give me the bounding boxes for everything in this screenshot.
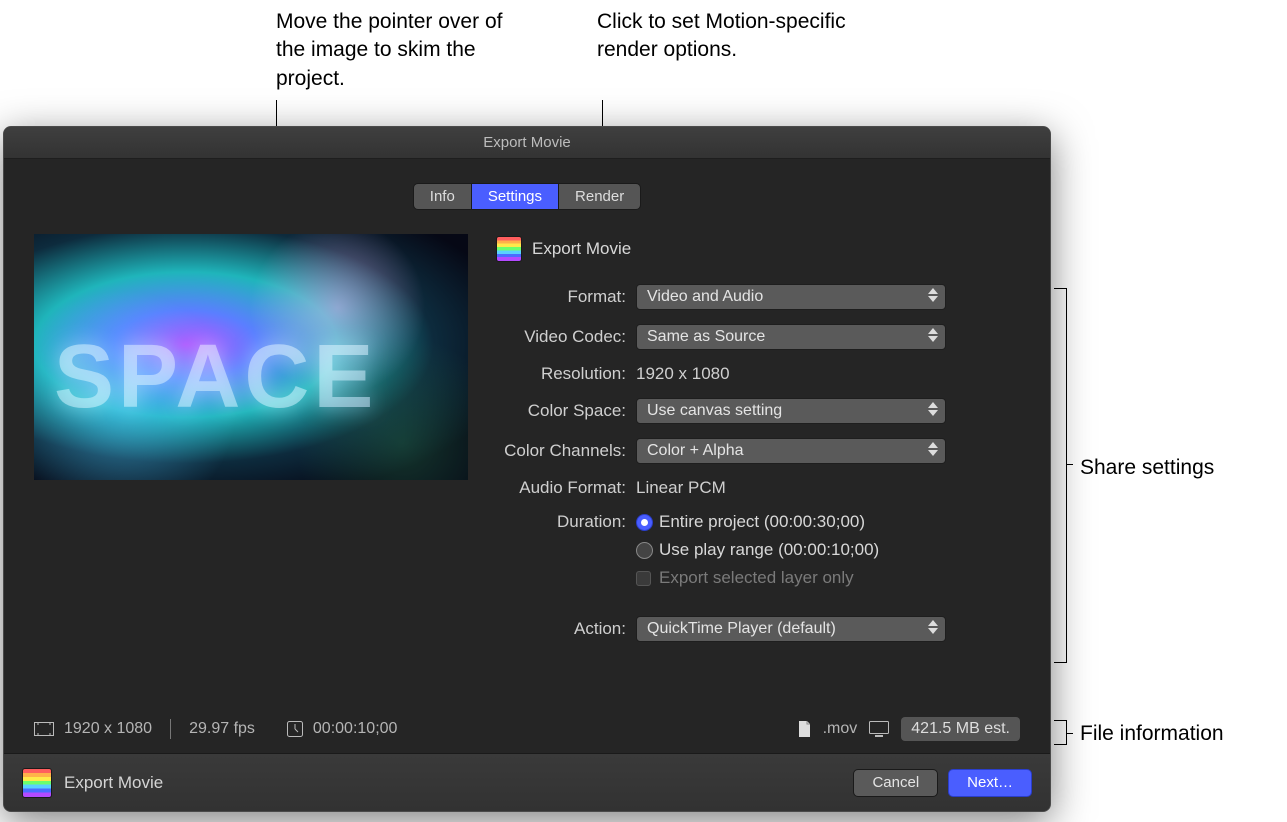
preview-thumbnail[interactable]: SPACE bbox=[34, 234, 468, 480]
annotation-preview: Move the pointer over of the image to sk… bbox=[276, 8, 536, 93]
annotation-file-information: File information bbox=[1080, 720, 1224, 748]
row-color-space: Color Space: Use canvas setting bbox=[496, 398, 1020, 424]
label-color-space: Color Space: bbox=[496, 401, 636, 421]
select-color-channels-value: Color + Alpha bbox=[647, 442, 744, 460]
annotation-render: Click to set Motion-specific render opti… bbox=[597, 8, 857, 65]
display-icon bbox=[869, 721, 889, 737]
annotation-share-settings: Share settings bbox=[1080, 454, 1214, 482]
row-duration: Duration: Entire project (00:00:30;00) U… bbox=[496, 512, 1020, 602]
status-dimensions: 1920 x 1080 bbox=[64, 720, 152, 738]
checkbox-export-selected-layer: Export selected layer only bbox=[636, 568, 879, 588]
export-movie-icon bbox=[22, 768, 52, 798]
value-resolution: 1920 x 1080 bbox=[636, 364, 730, 384]
tab-info[interactable]: Info bbox=[414, 184, 472, 209]
file-icon bbox=[798, 721, 811, 737]
tabs: Info Settings Render bbox=[34, 183, 1020, 210]
preview-text: SPACE bbox=[54, 326, 377, 429]
select-video-codec-value: Same as Source bbox=[647, 328, 765, 346]
label-color-channels: Color Channels: bbox=[496, 441, 636, 461]
label-duration: Duration: bbox=[496, 512, 636, 532]
status-bar: 1920 x 1080 29.97 fps 00:00:10;00 .mov 4… bbox=[34, 707, 1020, 753]
radio-icon bbox=[636, 542, 653, 559]
export-movie-window: Export Movie Info Settings Render SPACE … bbox=[3, 126, 1051, 812]
settings-header: Export Movie bbox=[496, 236, 1020, 262]
radio-entire-project[interactable]: Entire project (00:00:30;00) bbox=[636, 512, 879, 532]
chevron-updown-icon bbox=[928, 620, 938, 634]
select-format[interactable]: Video and Audio bbox=[636, 284, 946, 310]
export-movie-icon bbox=[496, 236, 522, 262]
frame-size-icon bbox=[34, 722, 54, 736]
radio-use-play-range[interactable]: Use play range (00:00:10;00) bbox=[636, 540, 879, 560]
footer-left: Export Movie bbox=[22, 768, 163, 798]
window-footer: Export Movie Cancel Next… bbox=[4, 753, 1050, 811]
duration-icon bbox=[287, 721, 303, 737]
select-color-channels[interactable]: Color + Alpha bbox=[636, 438, 946, 464]
row-resolution: Resolution: 1920 x 1080 bbox=[496, 364, 1020, 384]
status-fps: 29.97 fps bbox=[189, 720, 255, 738]
row-color-channels: Color Channels: Color + Alpha bbox=[496, 438, 1020, 464]
select-color-space[interactable]: Use canvas setting bbox=[636, 398, 946, 424]
checkbox-icon bbox=[636, 571, 651, 586]
radio-use-play-range-label: Use play range (00:00:10;00) bbox=[659, 540, 879, 560]
separator bbox=[170, 719, 171, 739]
next-button[interactable]: Next… bbox=[948, 769, 1032, 797]
main-area: SPACE Export Movie Format: Video and Aud… bbox=[34, 234, 1020, 656]
chevron-updown-icon bbox=[928, 288, 938, 302]
callout-bracket-file bbox=[1054, 720, 1067, 745]
radio-icon-checked bbox=[636, 514, 653, 531]
checkbox-export-selected-layer-label: Export selected layer only bbox=[659, 568, 854, 588]
select-color-space-value: Use canvas setting bbox=[647, 402, 782, 420]
row-action: Action: QuickTime Player (default) bbox=[496, 616, 1020, 642]
status-left: 1920 x 1080 29.97 fps 00:00:10;00 bbox=[34, 719, 397, 739]
callout-bracket-share bbox=[1054, 288, 1067, 663]
settings-column: Export Movie Format: Video and Audio Vid… bbox=[496, 234, 1020, 656]
select-video-codec[interactable]: Same as Source bbox=[636, 324, 946, 350]
row-format: Format: Video and Audio bbox=[496, 284, 1020, 310]
select-action-value: QuickTime Player (default) bbox=[647, 620, 836, 638]
label-format: Format: bbox=[496, 287, 636, 307]
label-audio-format: Audio Format: bbox=[496, 478, 636, 498]
cancel-button[interactable]: Cancel bbox=[853, 769, 938, 797]
chevron-updown-icon bbox=[928, 402, 938, 416]
row-video-codec: Video Codec: Same as Source bbox=[496, 324, 1020, 350]
duration-options: Entire project (00:00:30;00) Use play ra… bbox=[636, 512, 879, 602]
footer-right: Cancel Next… bbox=[853, 769, 1032, 797]
status-duration: 00:00:10;00 bbox=[313, 720, 398, 738]
label-video-codec: Video Codec: bbox=[496, 327, 636, 347]
label-resolution: Resolution: bbox=[496, 364, 636, 384]
settings-title: Export Movie bbox=[532, 239, 631, 259]
status-right: .mov 421.5 MB est. bbox=[798, 717, 1020, 741]
select-action[interactable]: QuickTime Player (default) bbox=[636, 616, 946, 642]
select-format-value: Video and Audio bbox=[647, 288, 763, 306]
window-titlebar: Export Movie bbox=[4, 127, 1050, 159]
row-audio-format: Audio Format: Linear PCM bbox=[496, 478, 1020, 498]
label-action: Action: bbox=[496, 619, 636, 639]
tab-segmented-control: Info Settings Render bbox=[413, 183, 641, 210]
window-content: Info Settings Render SPACE Export Movie … bbox=[4, 159, 1050, 753]
tab-render[interactable]: Render bbox=[559, 184, 640, 209]
chevron-updown-icon bbox=[928, 442, 938, 456]
chevron-updown-icon bbox=[928, 328, 938, 342]
status-file-ext: .mov bbox=[823, 720, 858, 738]
value-audio-format: Linear PCM bbox=[636, 478, 726, 498]
status-file-size: 421.5 MB est. bbox=[901, 717, 1020, 741]
footer-title: Export Movie bbox=[64, 773, 163, 793]
radio-entire-project-label: Entire project (00:00:30;00) bbox=[659, 512, 865, 532]
tab-settings[interactable]: Settings bbox=[472, 184, 559, 209]
